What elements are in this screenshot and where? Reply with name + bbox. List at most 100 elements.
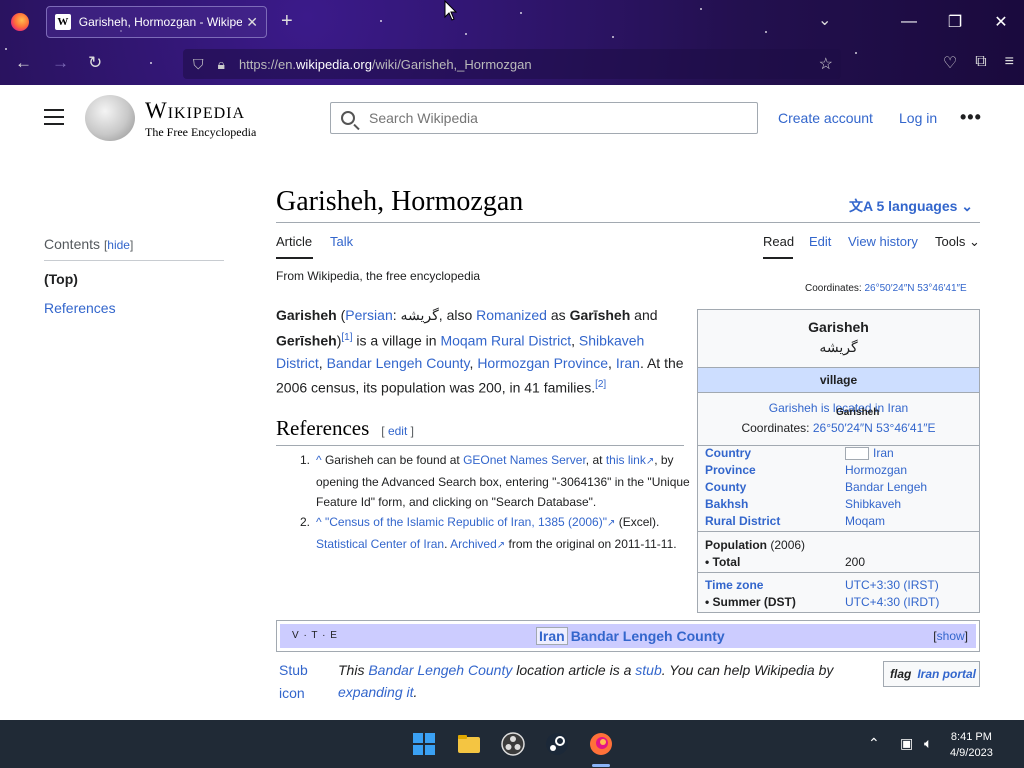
address-bar[interactable]: ⛉ 🔒︎ https://en.wikipedia.org/wiki/Garis… bbox=[183, 49, 841, 79]
steam-icon[interactable] bbox=[545, 732, 569, 756]
citation-2[interactable]: [2] bbox=[595, 379, 606, 390]
iran-link[interactable]: Iran bbox=[616, 355, 640, 371]
edit-section-link[interactable]: edit bbox=[388, 424, 407, 438]
network-icon[interactable]: ▣ bbox=[900, 735, 913, 752]
minimize-icon[interactable]: — bbox=[886, 0, 932, 44]
list-all-tabs-icon[interactable]: ⌄ bbox=[818, 10, 831, 30]
reference-item: 2. ^ "Census of the Islamic Republic of … bbox=[300, 512, 690, 556]
row-value[interactable]: UTC+3:30 (IRST) bbox=[845, 578, 939, 592]
lock-icon[interactable]: 🔒︎ bbox=[218, 56, 225, 73]
row-value[interactable]: UTC+4:30 (IRDT) bbox=[845, 595, 939, 609]
row-key[interactable]: Country bbox=[705, 446, 845, 460]
toc-item-references[interactable]: References bbox=[44, 300, 224, 316]
volume-icon[interactable]: 🔈︎ bbox=[924, 735, 932, 752]
ref-backlink[interactable]: ^ bbox=[316, 515, 322, 529]
row-value[interactable]: Hormozgan bbox=[845, 463, 907, 477]
chevron-up-icon[interactable]: ⌃ bbox=[868, 735, 880, 752]
tab-talk[interactable]: Talk bbox=[330, 234, 353, 249]
menu-icon[interactable]: ≡ bbox=[1005, 53, 1014, 73]
search-input[interactable] bbox=[369, 110, 729, 126]
infobox-type: village bbox=[698, 367, 979, 393]
tab-article[interactable]: Article bbox=[276, 234, 312, 249]
row-value[interactable]: Shibkaveh bbox=[845, 497, 901, 511]
log-in-link[interactable]: Log in bbox=[899, 110, 937, 126]
firefox-icon[interactable] bbox=[11, 13, 29, 31]
portal-link[interactable]: Iran portal bbox=[917, 667, 976, 681]
wikipedia-wordmark[interactable]: Wikipedia The Free Encyclopedia bbox=[145, 98, 256, 140]
alt-name-1: Garīsheh bbox=[569, 307, 631, 323]
tab-close-icon[interactable]: ✕ bbox=[246, 14, 258, 31]
toc-heading: Contents [hide] bbox=[44, 236, 224, 261]
url-text[interactable]: https://en.wikipedia.org/wiki/Garisheh,_… bbox=[239, 57, 532, 72]
row-key[interactable]: Time zone bbox=[705, 578, 845, 592]
row-value[interactable]: Moqam bbox=[845, 514, 885, 528]
persian-link[interactable]: Persian bbox=[345, 307, 392, 323]
language-selector[interactable]: 文A 5 languages ⌄ bbox=[849, 196, 973, 216]
infobox-row-rural-district: Rural District Moqam bbox=[705, 514, 975, 528]
obs-icon[interactable] bbox=[501, 732, 525, 756]
row-key[interactable]: County bbox=[705, 480, 845, 494]
ref-text: Garisheh can be found at bbox=[321, 453, 464, 467]
taskbar: ⌃ ▣ 🔈︎ 8:41 PM 4/9/2023 bbox=[0, 720, 1024, 768]
bookmark-star-icon[interactable]: ☆ bbox=[819, 54, 833, 74]
stub-text: This bbox=[338, 662, 369, 678]
tab-edit[interactable]: Edit bbox=[809, 234, 831, 249]
create-account-link[interactable]: Create account bbox=[778, 110, 873, 126]
text-as: as bbox=[546, 307, 570, 323]
tab-view-history[interactable]: View history bbox=[848, 234, 918, 249]
wikipedia-globe-logo[interactable] bbox=[85, 95, 135, 141]
ref-number: 2. bbox=[300, 515, 311, 529]
stub-icon[interactable]: Stub icon bbox=[279, 659, 319, 705]
census-link[interactable]: "Census of the Islamic Republic of Iran,… bbox=[325, 515, 607, 529]
iran-flag-icon[interactable] bbox=[845, 447, 869, 461]
geonet-link[interactable]: GEOnet Names Server bbox=[463, 453, 586, 467]
iran-portal-box[interactable]: flag Iran portal bbox=[883, 661, 980, 687]
header-coordinates: Coordinates: 26°50′24″N 53°46′41″E bbox=[805, 283, 967, 294]
main-menu-icon[interactable] bbox=[44, 109, 64, 130]
rural-district-link[interactable]: Moqam Rural District bbox=[440, 332, 571, 348]
file-explorer-icon[interactable] bbox=[457, 732, 481, 756]
shield-icon[interactable]: ⛉ bbox=[193, 56, 204, 73]
new-tab-icon[interactable]: + bbox=[281, 10, 293, 33]
navbox-show-button[interactable]: show bbox=[937, 629, 965, 643]
row-value[interactable]: Bandar Lengeh bbox=[845, 480, 927, 494]
reference-item: 1. ^ Garisheh can be found at GEOnet Nam… bbox=[300, 450, 690, 512]
citation-1[interactable]: [1] bbox=[341, 332, 352, 343]
browser-tab-active[interactable]: W Garisheh, Hormozgan - Wikipedia ✕ bbox=[46, 6, 267, 38]
country-link[interactable]: Iran bbox=[873, 446, 894, 460]
search-box[interactable] bbox=[330, 102, 758, 134]
romanized-link[interactable]: Romanized bbox=[476, 307, 547, 323]
toc-item-top[interactable]: (Top) bbox=[44, 271, 224, 287]
mouse-cursor-icon bbox=[444, 0, 458, 21]
province-link[interactable]: Hormozgan Province bbox=[477, 355, 608, 371]
restore-icon[interactable]: ❐ bbox=[932, 0, 978, 44]
more-options-icon[interactable]: ••• bbox=[960, 107, 982, 128]
county-link[interactable]: Bandar Lengeh County bbox=[327, 355, 470, 371]
statistical-center-link[interactable]: Statistical Center of Iran bbox=[316, 537, 444, 551]
row-key[interactable]: Bakhsh bbox=[705, 497, 845, 511]
stub-link[interactable]: stub bbox=[635, 662, 661, 678]
close-window-icon[interactable]: ✕ bbox=[978, 0, 1024, 44]
toc-hide-link[interactable]: hide bbox=[107, 238, 130, 252]
this-link[interactable]: this link bbox=[606, 453, 646, 467]
navbox-iran-link[interactable]: Iran bbox=[536, 627, 568, 645]
extensions-icon[interactable]: ⧉ bbox=[975, 53, 986, 73]
infobox-coords-link[interactable]: 26°50′24″N 53°46′41″E bbox=[813, 421, 936, 435]
row-key[interactable]: Province bbox=[705, 463, 845, 477]
archived-link[interactable]: Archived bbox=[450, 537, 497, 551]
pocket-icon[interactable]: ♡ bbox=[943, 53, 957, 73]
tab-tools[interactable]: Tools ⌄ bbox=[935, 234, 980, 250]
navbox-title-link[interactable]: Bandar Lengeh County bbox=[571, 628, 725, 644]
forward-icon[interactable]: → bbox=[52, 53, 69, 73]
firefox-taskbar-icon[interactable] bbox=[589, 732, 613, 756]
stub-county-link[interactable]: Bandar Lengeh County bbox=[368, 662, 512, 678]
back-icon[interactable]: ← bbox=[15, 53, 32, 73]
expanding-it-link[interactable]: expanding it bbox=[338, 684, 414, 700]
tab-read[interactable]: Read bbox=[763, 234, 794, 249]
row-key[interactable]: Rural District bbox=[705, 514, 845, 528]
reload-icon[interactable]: ↻ bbox=[88, 53, 102, 73]
system-clock[interactable]: 8:41 PM 4/9/2023 bbox=[950, 729, 993, 761]
navbox-vte-links[interactable]: V · T · E bbox=[292, 630, 338, 641]
coords-link[interactable]: 26°50′24″N 53°46′41″E bbox=[864, 283, 966, 294]
windows-start-icon[interactable] bbox=[412, 732, 436, 756]
